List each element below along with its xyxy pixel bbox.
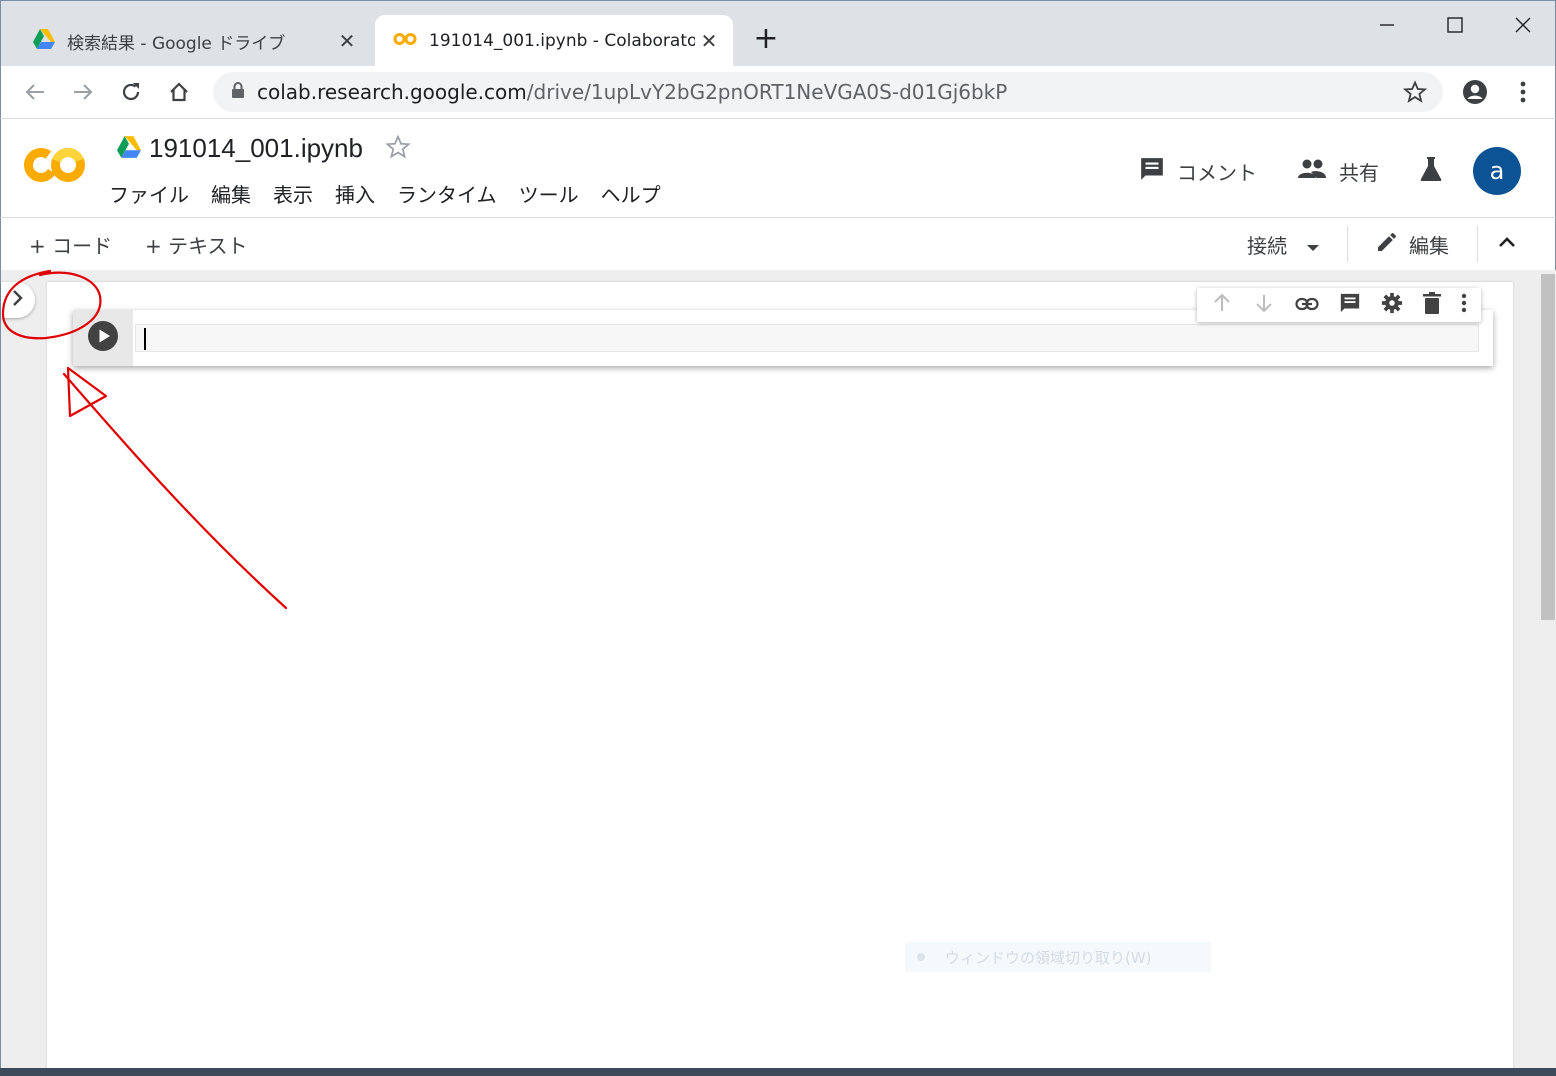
google-drive-icon xyxy=(117,135,141,162)
link-icon[interactable] xyxy=(1295,296,1319,315)
divider xyxy=(1477,226,1478,262)
scrollbar[interactable] xyxy=(1539,270,1556,1070)
lock-icon xyxy=(231,80,245,104)
code-editor[interactable] xyxy=(135,324,1479,352)
add-text-button[interactable]: + テキスト xyxy=(145,230,248,259)
chevron-right-icon xyxy=(11,289,25,311)
pencil-icon xyxy=(1375,230,1399,259)
home-icon[interactable] xyxy=(163,76,195,108)
reload-icon[interactable] xyxy=(115,76,147,108)
people-icon xyxy=(1297,158,1327,185)
tab-title: 191014_001.ipynb - Colaboratory xyxy=(429,31,695,51)
colab-logo[interactable] xyxy=(23,145,87,189)
bookmark-star-icon[interactable] xyxy=(1402,80,1428,109)
avatar[interactable]: a xyxy=(1473,147,1521,195)
run-cell-button[interactable] xyxy=(87,320,119,356)
address-bar[interactable]: colab.research.google.com/drive/1upLvY2b… xyxy=(213,72,1443,112)
menu-view[interactable]: 表示 xyxy=(273,179,313,208)
chevron-up-icon[interactable] xyxy=(1495,230,1519,259)
move-up-icon[interactable] xyxy=(1211,292,1233,318)
gear-icon[interactable] xyxy=(1381,292,1403,318)
window-bottom-edge xyxy=(0,1068,1556,1076)
text-cursor xyxy=(144,328,146,350)
cell-toolbar xyxy=(1197,288,1481,322)
cell-gutter xyxy=(73,310,133,366)
scrollbar-thumb[interactable] xyxy=(1541,274,1555,620)
connect-button[interactable]: 接続 xyxy=(1247,230,1319,259)
more-vert-icon[interactable] xyxy=(1461,293,1467,317)
minimize-icon[interactable] xyxy=(1367,9,1407,41)
share-label: 共有 xyxy=(1339,160,1379,185)
colab-icon xyxy=(393,31,417,51)
url-path: /drive/1upLvY2bG2pnORT1NeVGA0S-d01Gj6bkP xyxy=(526,80,1008,104)
maximize-icon[interactable] xyxy=(1435,9,1475,41)
notebook-title-row: 191014_001.ipynb xyxy=(117,133,411,164)
header-actions: コメント 共有 a xyxy=(1139,147,1521,195)
comment-icon[interactable] xyxy=(1339,292,1361,318)
browser-tab-strip: 検索結果 - Google ドライブ ✕ 191014_001.ipynb - … xyxy=(0,0,1556,67)
comment-button[interactable]: コメント xyxy=(1139,156,1257,187)
faded-menu-label: ウィンドウの領域切り取り(W) xyxy=(945,948,1152,967)
url-host: colab.research.google.com xyxy=(257,80,527,104)
tab-colaboratory[interactable]: 191014_001.ipynb - Colaboratory ✕ xyxy=(375,15,733,67)
edit-label: 編集 xyxy=(1409,234,1449,258)
notebook-title[interactable]: 191014_001.ipynb xyxy=(149,133,363,164)
bullet-icon xyxy=(917,953,925,961)
menu-help[interactable]: ヘルプ xyxy=(601,179,661,208)
menu-bar: ファイル 編集 表示 挿入 ランタイム ツール ヘルプ xyxy=(109,179,661,208)
sidebar-toggle-button[interactable] xyxy=(1,282,35,318)
menu-edit[interactable]: 編集 xyxy=(211,179,251,208)
new-tab-button[interactable]: + xyxy=(751,23,781,55)
divider xyxy=(1347,226,1348,262)
experiments-button[interactable] xyxy=(1419,156,1443,187)
back-arrow-icon[interactable] xyxy=(19,76,51,108)
edit-mode-button[interactable]: 編集 xyxy=(1375,230,1449,259)
notebook-page xyxy=(47,282,1513,1072)
tab-title: 検索結果 - Google ドライブ xyxy=(67,33,286,54)
share-button[interactable]: 共有 xyxy=(1297,157,1379,186)
add-code-button[interactable]: + コード xyxy=(29,230,112,259)
window-close-icon[interactable] xyxy=(1503,9,1543,41)
faded-menu-item: ウィンドウの領域切り取り(W) xyxy=(905,942,1211,972)
browser-menu-icon[interactable] xyxy=(1507,76,1539,108)
menu-file[interactable]: ファイル xyxy=(109,179,189,208)
flask-icon xyxy=(1419,156,1443,187)
menu-runtime[interactable]: ランタイム xyxy=(397,179,497,208)
menu-insert[interactable]: 挿入 xyxy=(335,179,375,208)
menu-tools[interactable]: ツール xyxy=(519,179,579,208)
notebook-toolbar: + コード + テキスト 接続 編集 xyxy=(0,218,1556,270)
connect-label: 接続 xyxy=(1247,234,1287,258)
move-down-icon[interactable] xyxy=(1253,292,1275,318)
colab-header: 191014_001.ipynb ファイル 編集 表示 挿入 ランタイム ツール… xyxy=(0,118,1556,218)
dropdown-arrow-icon xyxy=(1307,233,1319,257)
tab-google-drive[interactable]: 検索結果 - Google ドライブ ✕ xyxy=(19,15,371,67)
browser-toolbar: colab.research.google.com/drive/1upLvY2b… xyxy=(0,66,1556,118)
star-icon[interactable] xyxy=(385,134,411,164)
google-drive-icon xyxy=(33,28,55,54)
comment-label: コメント xyxy=(1177,160,1257,185)
account-circle-icon[interactable] xyxy=(1459,76,1491,108)
close-icon[interactable]: ✕ xyxy=(333,29,361,53)
trash-icon[interactable] xyxy=(1423,292,1441,318)
notebook-area: ウィンドウの領域切り取り(W) xyxy=(0,270,1556,1072)
comment-icon xyxy=(1139,156,1165,187)
forward-arrow-icon[interactable] xyxy=(67,76,99,108)
close-icon[interactable]: ✕ xyxy=(695,29,723,53)
